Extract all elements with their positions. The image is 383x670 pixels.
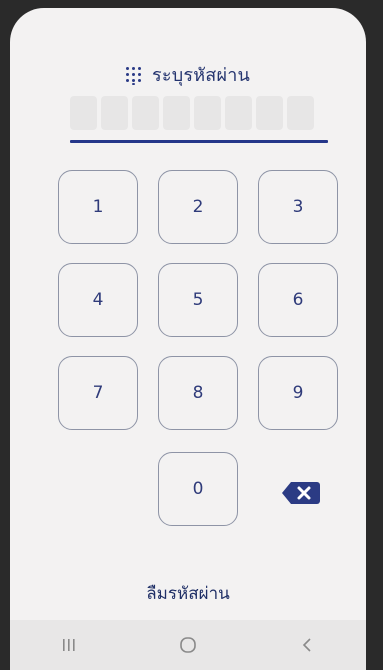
backspace-icon [282,482,320,504]
recent-apps-button[interactable] [49,630,89,660]
keypad-grid-icon [125,66,142,85]
pin-cell [256,96,283,130]
pin-cell [101,96,128,130]
key-7[interactable]: 7 [58,356,138,430]
backspace-button[interactable] [281,480,321,506]
pin-cell [163,96,190,130]
back-button[interactable] [287,630,327,660]
key-5[interactable]: 5 [158,263,238,337]
pin-underline [70,140,328,143]
key-6[interactable]: 6 [258,263,338,337]
pin-cell [70,96,97,130]
system-nav-bar [10,620,366,670]
key-0[interactable]: 0 [158,452,238,526]
back-icon [302,638,311,652]
key-8[interactable]: 8 [158,356,238,430]
key-9[interactable]: 9 [258,356,338,430]
key-2[interactable]: 2 [158,170,238,244]
pin-cell [225,96,252,130]
key-4[interactable]: 4 [58,263,138,337]
pin-cell [194,96,221,130]
recent-apps-icon [63,639,75,651]
pin-display [70,96,324,130]
key-1[interactable]: 1 [58,170,138,244]
pin-cell [132,96,159,130]
forgot-password-link[interactable]: ลืมรหัสผ่าน [10,580,366,607]
home-button[interactable] [168,630,208,660]
pin-cell [287,96,314,130]
page-title: ระบุรหัสผ่าน [151,65,251,86]
page-header: ระบุรหัสผ่าน [10,60,366,89]
home-icon [180,637,196,653]
key-3[interactable]: 3 [258,170,338,244]
app-screen: ระบุรหัสผ่าน 1 2 3 4 5 6 7 8 9 0 ลืมรหัส… [10,8,366,670]
